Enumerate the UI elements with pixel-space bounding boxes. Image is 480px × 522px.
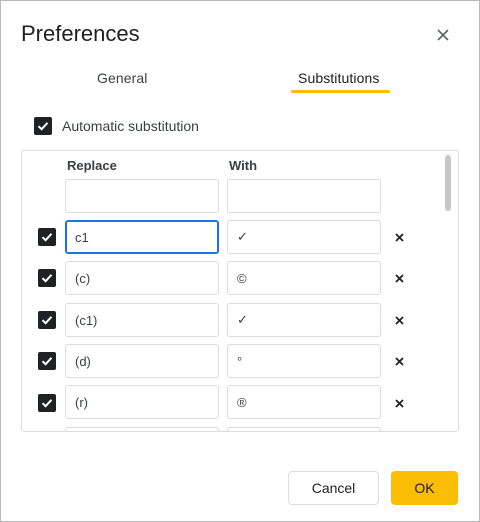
with-input[interactable]: ° <box>227 344 381 378</box>
replace-input[interactable]: (c) <box>65 261 219 295</box>
row-checkbox[interactable] <box>38 269 56 287</box>
delete-row-icon[interactable] <box>392 396 406 410</box>
cancel-button[interactable]: Cancel <box>288 471 379 505</box>
scrollbar-thumb[interactable] <box>445 155 451 211</box>
row-checkbox[interactable] <box>38 394 56 412</box>
replace-input[interactable]: (c1) <box>65 303 219 337</box>
replace-input[interactable]: c1 <box>65 220 219 254</box>
delete-row-icon[interactable] <box>392 230 406 244</box>
scrollbar[interactable] <box>444 155 452 427</box>
replace-input[interactable] <box>65 427 219 431</box>
row-checkbox[interactable] <box>38 228 56 246</box>
checkmark-icon <box>37 122 49 131</box>
row-checkbox[interactable] <box>38 311 56 329</box>
tab-general[interactable]: General <box>97 70 148 86</box>
replace-input[interactable]: (d) <box>65 344 219 378</box>
row-checkbox[interactable] <box>38 352 56 370</box>
with-input[interactable]: ✓ <box>227 220 381 254</box>
checkmark-icon <box>41 316 53 325</box>
replace-column-header: Replace <box>67 158 117 173</box>
automatic-substitution-checkbox[interactable] <box>34 117 52 135</box>
preferences-dialog: Preferences General Substitutions Automa… <box>0 0 480 522</box>
checkmark-icon <box>41 233 53 242</box>
delete-row-icon[interactable] <box>392 313 406 327</box>
tab-substitutions[interactable]: Substitutions <box>298 70 379 86</box>
tab-active-indicator <box>291 90 390 93</box>
delete-row-icon[interactable] <box>392 271 406 285</box>
ok-button[interactable]: OK <box>391 471 458 505</box>
with-input[interactable]: ® <box>227 385 381 419</box>
with-column-header: With <box>229 158 258 173</box>
delete-row-icon[interactable] <box>392 354 406 368</box>
new-replace-input[interactable] <box>65 179 219 213</box>
checkmark-icon <box>41 357 53 366</box>
automatic-substitution-label: Automatic substitution <box>62 118 199 134</box>
close-icon[interactable] <box>433 25 453 45</box>
checkmark-icon <box>41 274 53 283</box>
dialog-title: Preferences <box>21 21 140 46</box>
replace-input[interactable]: (r) <box>65 385 219 419</box>
new-with-input[interactable] <box>227 179 381 213</box>
with-input[interactable]: ✓ <box>227 303 381 337</box>
with-input[interactable] <box>227 427 381 431</box>
with-input[interactable]: © <box>227 261 381 295</box>
substitutions-table: Replace With c1 ✓ (c) © (c1) ✓ (d) ° (r)… <box>21 150 459 432</box>
checkmark-icon <box>41 399 53 408</box>
